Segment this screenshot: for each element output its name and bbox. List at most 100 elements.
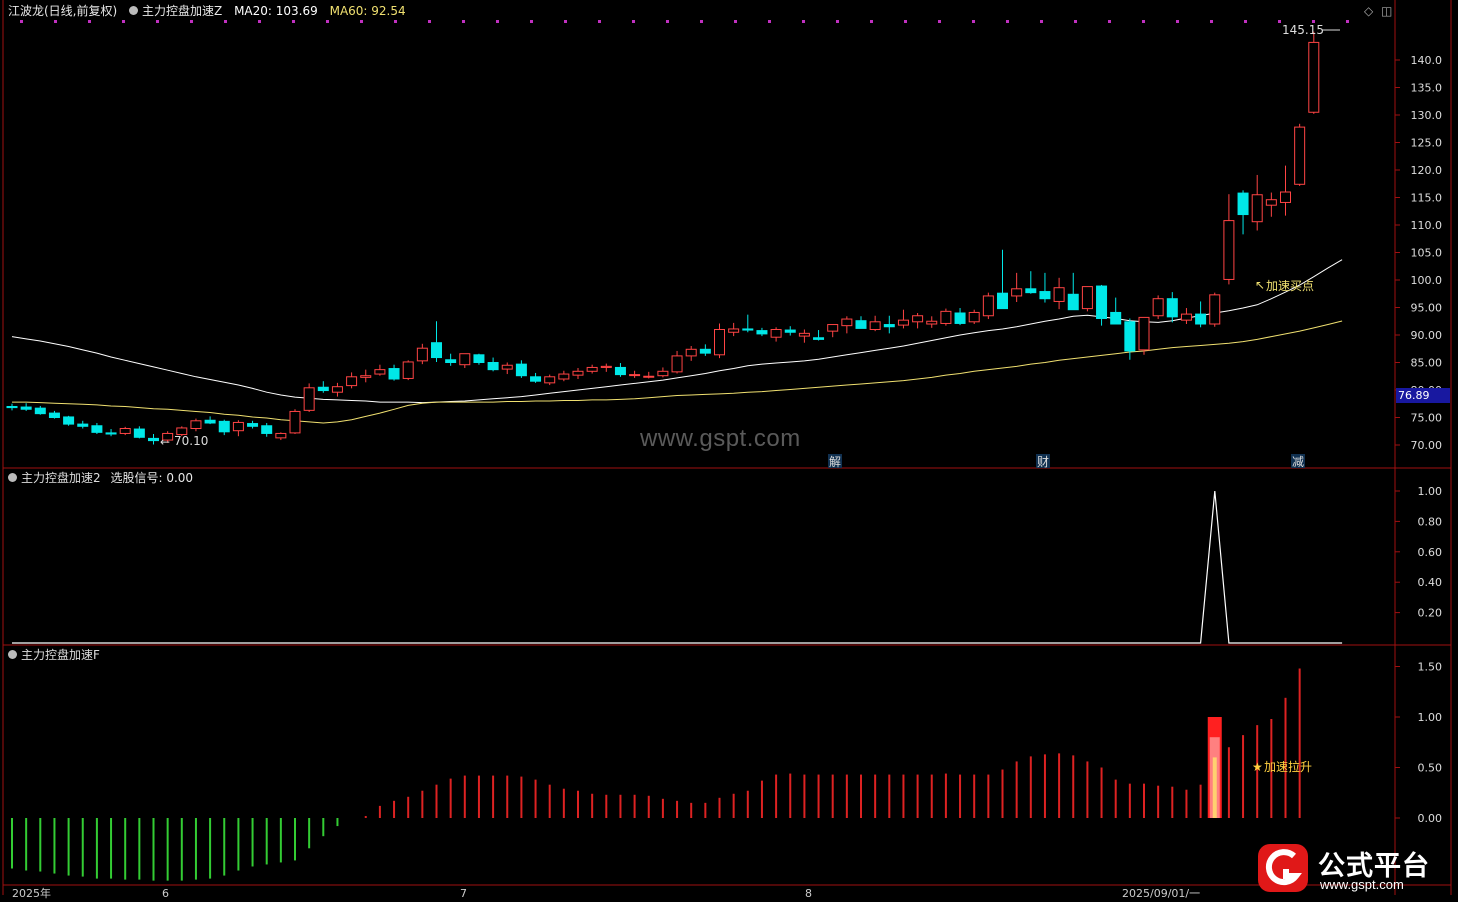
candle-body[interactable] (1067, 293, 1079, 311)
candle-body[interactable] (6, 406, 18, 409)
candle-body[interactable] (997, 292, 1008, 310)
candle-body[interactable] (487, 362, 499, 371)
candle-body[interactable] (968, 311, 980, 323)
candle-body[interactable] (1294, 126, 1306, 185)
candle-body[interactable] (1265, 199, 1277, 206)
candle-body[interactable] (133, 428, 145, 438)
candle-body[interactable] (374, 369, 386, 375)
candle-body[interactable] (572, 370, 584, 376)
candle-body[interactable] (388, 368, 400, 380)
candle-body[interactable] (1237, 192, 1249, 216)
candle-body[interactable] (48, 412, 60, 419)
signal-dot (1210, 20, 1213, 23)
candle-body[interactable] (643, 375, 655, 378)
candle-body[interactable] (360, 375, 372, 378)
candle-body[interactable] (940, 310, 952, 324)
candle-body[interactable] (1124, 321, 1136, 352)
buy-point-arrow-icon: ↖ (1255, 278, 1265, 292)
candle-body[interactable] (34, 407, 46, 415)
candle-body[interactable] (869, 321, 881, 330)
candle-body[interactable] (1180, 313, 1192, 321)
candle-body[interactable] (204, 419, 216, 424)
candle-body[interactable] (728, 328, 740, 333)
signal-dot (360, 20, 363, 23)
candle-body[interactable] (1209, 294, 1221, 325)
candle-body[interactable] (827, 324, 839, 332)
candle-body[interactable] (218, 420, 230, 433)
event-jian-label[interactable]: 减 (1292, 455, 1304, 469)
candle-body[interactable] (1280, 191, 1291, 203)
candle-body[interactable] (402, 361, 414, 379)
candle-body[interactable] (77, 423, 89, 427)
candle-body[interactable] (247, 423, 259, 427)
candle-body[interactable] (897, 319, 909, 326)
candle-body[interactable] (586, 366, 598, 372)
candle-body[interactable] (190, 420, 202, 429)
candle-body[interactable] (473, 354, 485, 363)
candle-body[interactable] (982, 295, 994, 317)
high-price-label: 145.15 (1282, 23, 1324, 37)
candle-body[interactable] (105, 432, 117, 435)
candle-body[interactable] (515, 363, 527, 377)
candle-body[interactable] (459, 353, 471, 366)
candle-body[interactable] (784, 329, 796, 333)
candle-body[interactable] (289, 410, 301, 434)
candle-body[interactable] (544, 376, 556, 384)
candle-body[interactable] (346, 376, 358, 387)
candle-body[interactable] (1011, 288, 1023, 297)
signal-dot (1244, 20, 1247, 23)
event-jie-label[interactable]: 解 (829, 455, 841, 469)
candle-body[interactable] (671, 355, 683, 373)
candle-body[interactable] (1138, 316, 1150, 351)
candle-body[interactable] (1039, 291, 1051, 300)
candle-body[interactable] (912, 315, 924, 323)
candle-body[interactable] (303, 387, 315, 411)
candle-body[interactable] (714, 329, 725, 356)
candle-body[interactable] (1110, 311, 1122, 325)
candle-body[interactable] (501, 364, 513, 370)
candle-body[interactable] (119, 428, 131, 434)
candle-body[interactable] (416, 347, 428, 362)
candle-body[interactable] (261, 425, 273, 434)
candle-body[interactable] (629, 374, 641, 377)
candle-body[interactable] (1166, 298, 1178, 318)
candle-body[interactable] (756, 330, 768, 335)
candle-body[interactable] (926, 320, 938, 325)
candle-body[interactable] (855, 320, 867, 329)
candle-body[interactable] (883, 324, 895, 328)
candle-body[interactable] (1308, 41, 1320, 113)
candle-body[interactable] (742, 328, 754, 331)
candle-body[interactable] (20, 406, 32, 410)
candle-body[interactable] (657, 370, 669, 377)
candle-body[interactable] (954, 312, 966, 324)
candle-body[interactable] (1251, 194, 1263, 223)
candle-body[interactable] (275, 432, 287, 439)
candle-body[interactable] (558, 373, 570, 380)
candle-body[interactable] (1081, 286, 1093, 310)
candle-body[interactable] (798, 332, 810, 337)
candle-body[interactable] (1053, 287, 1065, 302)
candle-body[interactable] (685, 348, 697, 357)
candle-body[interactable] (1025, 288, 1037, 294)
candle-body[interactable] (91, 425, 103, 433)
candle-body[interactable] (331, 386, 343, 393)
candle-body[interactable] (530, 376, 542, 382)
candle-body[interactable] (841, 318, 853, 327)
candle-body[interactable] (445, 359, 457, 363)
candle-body[interactable] (699, 348, 711, 354)
candle-body[interactable] (232, 421, 244, 432)
candle-body[interactable] (813, 337, 825, 340)
candle-body[interactable] (431, 342, 442, 359)
candle-body[interactable] (63, 416, 75, 425)
candle-body[interactable] (600, 365, 612, 368)
candle-body[interactable] (317, 386, 329, 392)
candle-body[interactable] (1096, 285, 1108, 319)
candle-body[interactable] (1195, 313, 1207, 325)
candle-body[interactable] (1223, 220, 1235, 280)
candle-body[interactable] (1152, 298, 1164, 317)
candle-body[interactable] (148, 437, 159, 442)
candle-body[interactable] (770, 329, 782, 338)
brand-url: www.gspt.com (1320, 877, 1404, 892)
candle-body[interactable] (614, 366, 626, 376)
event-cai-label[interactable]: 财 (1037, 455, 1049, 469)
